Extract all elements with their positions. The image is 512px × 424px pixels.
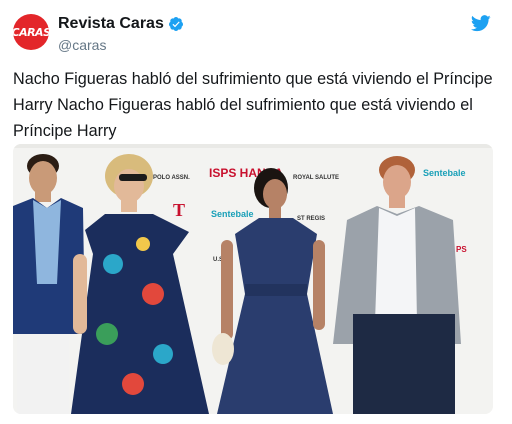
- tweet-text: Nacho Figueras habló del sufrimiento que…: [13, 70, 493, 140]
- author-handle[interactable]: @caras: [58, 37, 106, 53]
- avatar[interactable]: CARAS: [13, 14, 49, 50]
- tweet-card: CARAS Revista Caras @caras Nacho Figuera…: [0, 0, 512, 424]
- avatar-logo-text: CARAS: [13, 25, 49, 39]
- logo-sentebale-right: Sentebale: [423, 168, 466, 178]
- tweet-photo[interactable]: ISPS HANDA POLO ASSN. ROYAL SALUTE Sente…: [13, 144, 493, 414]
- logo-sentebale-center: Sentebale: [211, 209, 254, 219]
- twitter-bird-icon[interactable]: [471, 15, 491, 32]
- logo-t-mark: T: [173, 200, 185, 220]
- verified-badge-icon: [168, 17, 183, 31]
- author-name-row[interactable]: Revista Caras: [58, 15, 184, 33]
- logo-royal-salute: ROYAL SALUTE: [293, 175, 339, 181]
- backdrop-top-band: [13, 144, 493, 148]
- photo-illustration: ISPS HANDA POLO ASSN. ROYAL SALUTE Sente…: [13, 144, 493, 414]
- logo-st-regis: ST REGIS: [297, 216, 325, 222]
- logo-red-mark: PS: [456, 245, 467, 254]
- logo-polo: POLO ASSN.: [153, 175, 190, 181]
- author-name[interactable]: Revista Caras: [58, 15, 164, 33]
